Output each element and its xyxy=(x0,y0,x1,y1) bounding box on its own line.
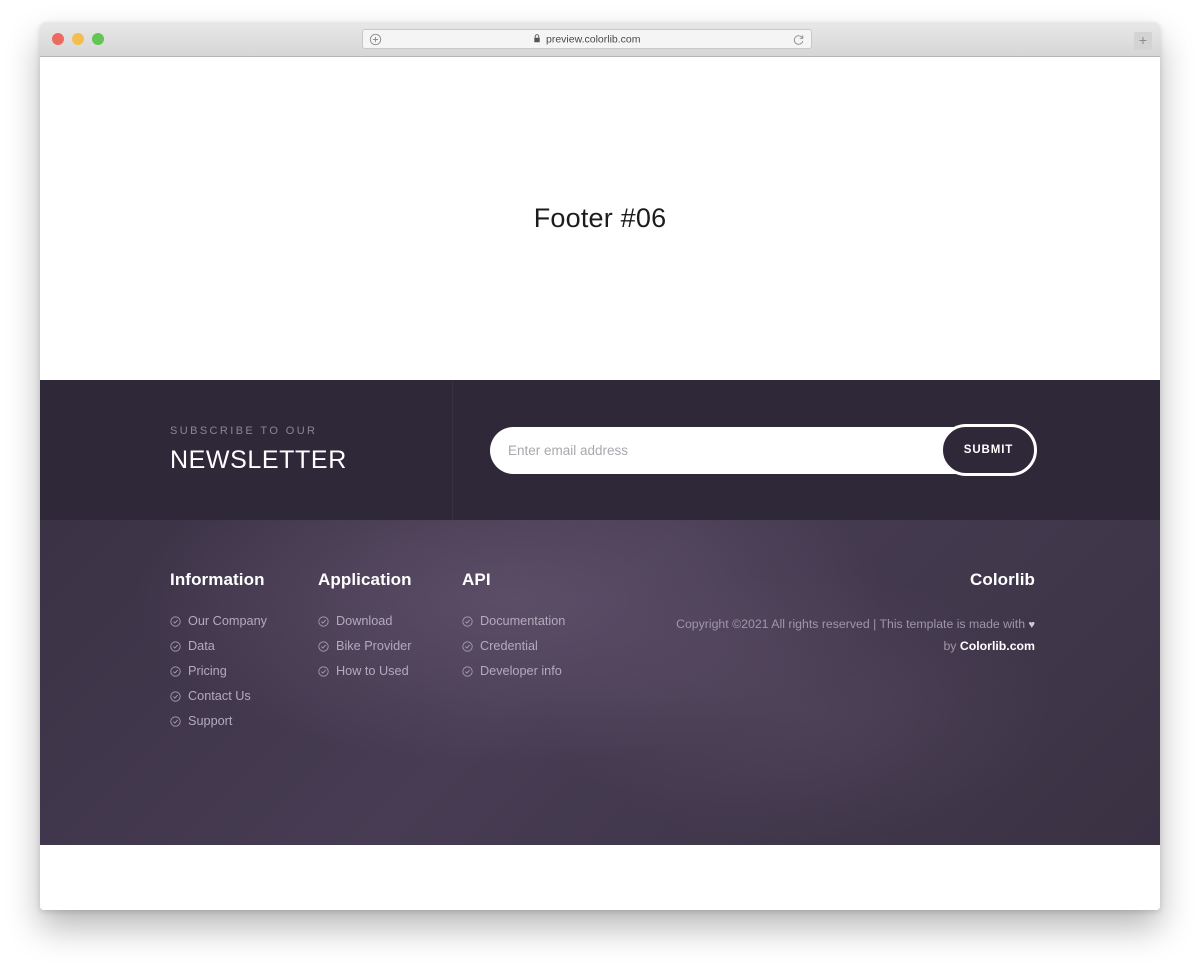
copyright-text: Copyright ©2021 All rights reserved | Th… xyxy=(662,614,1035,657)
submit-button[interactable]: SUBMIT xyxy=(940,423,1037,476)
address-bar[interactable]: preview.colorlib.com xyxy=(362,29,812,49)
footer-column-title: Application xyxy=(318,570,412,589)
address-bar-text: preview.colorlib.com xyxy=(363,33,811,47)
newsletter-form: SUBMIT xyxy=(490,423,1037,476)
check-circle-icon xyxy=(170,690,181,702)
footer-link[interactable]: Developer info xyxy=(480,664,562,678)
footer-link[interactable]: Download xyxy=(336,614,392,628)
reload-icon[interactable] xyxy=(792,33,805,46)
close-window-button[interactable] xyxy=(52,33,64,45)
footer-link[interactable]: Data xyxy=(188,639,215,653)
footer-column-title: API xyxy=(462,570,491,589)
copyright-prefix: Copyright ©2021 All rights reserved | Th… xyxy=(676,617,1029,631)
check-circle-icon xyxy=(462,665,473,677)
heart-icon: ♥ xyxy=(1028,619,1035,631)
new-tab-button[interactable]: + xyxy=(1134,32,1152,50)
footer-link[interactable]: Credential xyxy=(480,639,538,653)
footer-link-list: Our Company Data Pricing Contact Us Supp… xyxy=(170,614,318,728)
footer-link-list: Documentation Credential Developer info xyxy=(462,614,662,678)
list-item[interactable]: How to Used xyxy=(318,664,462,678)
window-controls xyxy=(52,33,104,45)
page-viewport: Footer #06 SUBSCRIBE TO OUR NEWSLETTER S… xyxy=(40,57,1160,910)
lock-icon xyxy=(533,34,544,44)
browser-titlebar: preview.colorlib.com + xyxy=(40,22,1160,57)
list-item[interactable]: Our Company xyxy=(170,614,318,628)
footer-link[interactable]: Contact Us xyxy=(188,689,251,703)
footer-column-application: Application Download Bike Provider How t… xyxy=(318,570,462,739)
page-bottom-strip xyxy=(40,845,1160,910)
newsletter-title: NEWSLETTER xyxy=(170,446,347,474)
footer-link-list: Download Bike Provider How to Used xyxy=(318,614,462,678)
newsletter-form-block: SUBMIT xyxy=(452,423,1160,476)
footer-column-title: Information xyxy=(170,570,265,589)
newsletter-eyebrow: SUBSCRIBE TO OUR xyxy=(170,425,318,437)
check-circle-icon xyxy=(170,715,181,727)
page-title: Footer #06 xyxy=(533,203,667,233)
check-circle-icon xyxy=(318,615,329,627)
check-circle-icon xyxy=(462,615,473,627)
list-item[interactable]: Data xyxy=(170,639,318,653)
footer-brand-title: Colorlib xyxy=(969,570,1035,589)
list-item[interactable]: Download xyxy=(318,614,462,628)
list-item[interactable]: Bike Provider xyxy=(318,639,462,653)
browser-window: preview.colorlib.com + Footer #06 SUBSCR… xyxy=(40,22,1160,910)
check-circle-icon xyxy=(318,665,329,677)
footer-brand-column: Colorlib Copyright ©2021 All rights rese… xyxy=(662,570,1035,739)
footer-main: Information Our Company Data Pricing Con… xyxy=(40,520,1160,845)
footer-column-information: Information Our Company Data Pricing Con… xyxy=(170,570,318,739)
newsletter-divider xyxy=(452,380,453,520)
footer-link[interactable]: Support xyxy=(188,714,232,728)
url-value: preview.colorlib.com xyxy=(545,33,641,46)
newsletter-heading-block: SUBSCRIBE TO OUR NEWSLETTER xyxy=(40,425,452,475)
check-circle-icon xyxy=(170,665,181,677)
footer-link[interactable]: Bike Provider xyxy=(336,639,411,653)
list-item[interactable]: Credential xyxy=(462,639,662,653)
newsletter-section: SUBSCRIBE TO OUR NEWSLETTER SUBMIT xyxy=(40,380,1160,520)
footer-link[interactable]: Pricing xyxy=(188,664,227,678)
check-circle-icon xyxy=(462,640,473,652)
minimize-window-button[interactable] xyxy=(72,33,84,45)
list-item[interactable]: Pricing xyxy=(170,664,318,678)
footer-column-api: API Documentation Credential Developer i… xyxy=(462,570,662,739)
hero-section: Footer #06 xyxy=(40,57,1160,380)
list-item[interactable]: Contact Us xyxy=(170,689,318,703)
footer-link[interactable]: Our Company xyxy=(188,614,267,628)
colorlib-link[interactable]: Colorlib.com xyxy=(960,639,1035,653)
maximize-window-button[interactable] xyxy=(92,33,104,45)
footer-link[interactable]: How to Used xyxy=(336,664,409,678)
check-circle-icon xyxy=(170,640,181,652)
list-item[interactable]: Documentation xyxy=(462,614,662,628)
copyright-middle: by xyxy=(943,639,960,653)
list-item[interactable]: Developer info xyxy=(462,664,662,678)
check-circle-icon xyxy=(170,615,181,627)
list-item[interactable]: Support xyxy=(170,714,318,728)
check-circle-icon xyxy=(318,640,329,652)
footer-columns: Information Our Company Data Pricing Con… xyxy=(170,570,1035,739)
footer-link[interactable]: Documentation xyxy=(480,614,565,628)
